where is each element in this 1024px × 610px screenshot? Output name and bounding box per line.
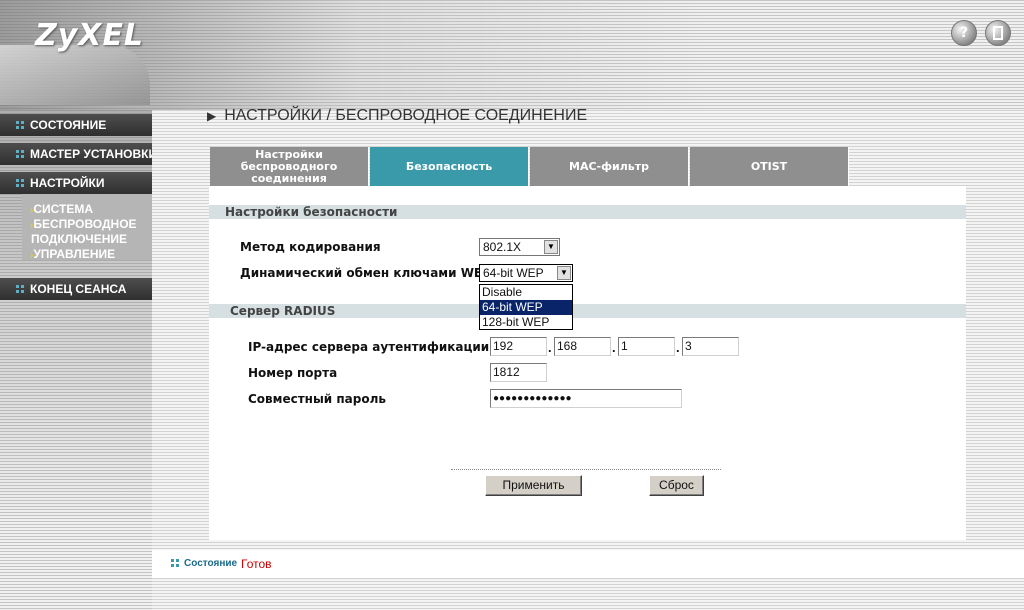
menu-square-icon [16,285,24,293]
submenu-item-management[interactable]: ›УПРАВЛЕНИЕ [30,247,115,263]
status-value: Готов [241,557,272,571]
encoding-label: Метод кодирования [240,240,381,254]
ip-octet-3-input[interactable]: 1 [618,337,675,356]
shared-secret-input[interactable]: ●●●●●●●●●●●●● [490,389,682,408]
sidebar-item-label: КОНЕЦ СЕАНСА [30,282,127,296]
submenu-item-wireless[interactable]: ›БЕСПРОВОДНОЕ [30,217,137,233]
device-graphic [0,45,150,105]
security-section-header: Настройки безопасности [209,205,966,219]
submenu-item-wireless-line2[interactable]: ПОДКЛЮЧЕНИЕ [31,232,127,247]
divider [451,469,721,470]
menu-square-icon [16,121,24,129]
sidebar-item-status[interactable]: СОСТОЯНИЕ [0,114,152,136]
dropdown-arrow-icon[interactable]: ▼ [557,266,571,280]
tab-otist[interactable]: OTIST [690,147,849,186]
sidebar-item-logout[interactable]: КОНЕЦ СЕАНСА [0,278,152,300]
reset-button[interactable]: Сброс [649,475,704,496]
exit-glyph [993,26,1003,40]
tab-mac-filter[interactable]: МАС-фильтр [530,147,689,186]
settings-submenu: ›СИСТЕМА ›БЕСПРОВОДНОЕ ПОДКЛЮЧЕНИЕ ›УПРА… [22,194,152,263]
key-exchange-select[interactable]: 64-bit WEP ▼ [479,264,573,282]
sidebar-item-wizard[interactable]: МАСТЕР УСТАНОВКИ [0,143,157,165]
menu-square-icon [16,179,24,187]
dropdown-option-64bit[interactable]: 64-bit WEP [480,300,572,315]
ip-separator: . [612,340,616,355]
tab-wireless-settings[interactable]: Настройки беспроводного соединения [210,147,369,186]
radius-section-header: Сервер RADIUS [209,304,966,318]
page-title: ▶ НАСТРОЙКИ / БЕСПРОВОДНОЕ СОЕДИНЕНИЕ [207,107,588,124]
ip-octet-2-input[interactable]: 168 [554,337,611,356]
ip-separator: . [676,340,680,355]
sidebar-item-label: НАСТРОЙКИ [30,176,105,190]
pointer-icon: ▶ [207,109,217,123]
menu-square-icon [16,150,24,158]
sidebar-item-settings[interactable]: НАСТРОЙКИ [0,172,152,194]
ip-octet-1-input[interactable]: 192 [490,337,547,356]
dropdown-option-disable[interactable]: Disable [480,285,572,300]
dropdown-option-128bit[interactable]: 128-bit WEP [480,315,572,330]
tab-label: Настройки беспроводного соединения [240,147,338,185]
ip-label: IP-адрес сервера аутентификации [248,340,490,354]
submenu-item-system[interactable]: ›СИСТЕМА [30,202,93,218]
status-label: Состояние [184,558,238,569]
exit-icon[interactable] [985,20,1011,46]
tab-security[interactable]: Безопасность [370,147,529,186]
key-exchange-label: Динамический обмен ключами WEP [240,266,491,280]
encoding-select[interactable]: 802.1X ▼ [479,238,560,256]
help-icon[interactable]: ? [951,20,977,46]
ip-separator: . [548,340,552,355]
footer-stripes [152,578,1024,610]
dropdown-arrow-icon[interactable]: ▼ [544,240,558,254]
key-exchange-dropdown-list: Disable 64-bit WEP 128-bit WEP [479,284,573,330]
port-label: Номер порта [248,366,338,380]
status-bar: Состояние Готов [152,550,1024,578]
sidebar-item-label: СОСТОЯНИЕ [30,118,107,132]
port-input[interactable]: 1812 [490,363,547,382]
zyxel-logo: ZyXEL [35,18,145,53]
apply-button[interactable]: Применить [485,475,582,496]
ip-octet-4-input[interactable]: 3 [682,337,739,356]
header: ZyXEL ? [0,0,1024,110]
secret-label: Совместный пароль [248,392,386,406]
status-square-icon [171,559,180,568]
sidebar-item-label: МАСТЕР УСТАНОВКИ [30,147,158,161]
sidebar: СОСТОЯНИЕ МАСТЕР УСТАНОВКИ НАСТРОЙКИ ›СИ… [0,110,157,610]
